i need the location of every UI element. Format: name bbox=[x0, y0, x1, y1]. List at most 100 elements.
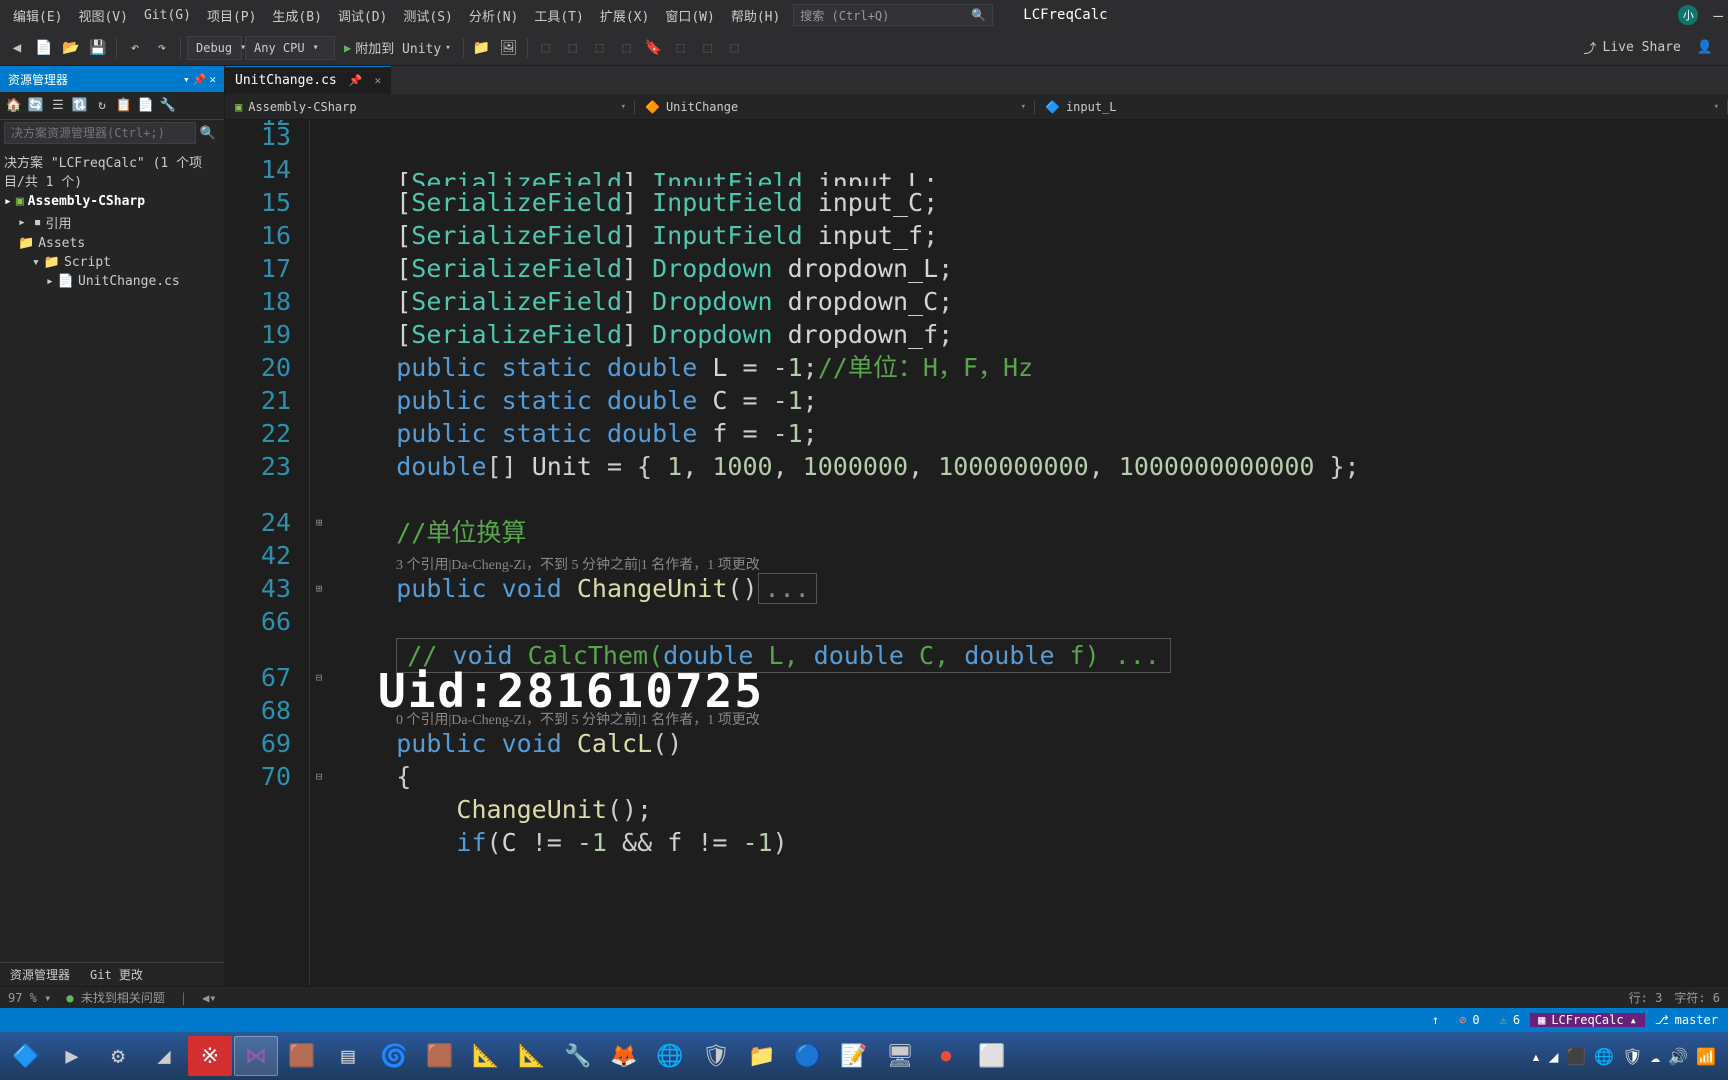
search-icon[interactable]: 🔍 bbox=[196, 126, 220, 141]
global-search[interactable]: 搜索 (Ctrl+Q) 🔍 bbox=[793, 4, 993, 26]
file-node[interactable]: ▸ 📄 UnitChange.cs bbox=[0, 272, 224, 291]
menu-view[interactable]: 视图(V) bbox=[70, 3, 135, 28]
back-button[interactable]: ◀ bbox=[5, 36, 29, 60]
redo-button[interactable]: ↷ bbox=[150, 36, 174, 60]
user-avatar[interactable]: 小 bbox=[1678, 5, 1698, 25]
close-icon[interactable]: ✕ bbox=[209, 73, 216, 86]
menu-help[interactable]: 帮助(H) bbox=[723, 3, 788, 28]
crumb-member[interactable]: 🔷input_L bbox=[1035, 100, 1728, 114]
tray-icon[interactable]: 📶 bbox=[1696, 1047, 1716, 1066]
taskbar-app[interactable]: 🌐 bbox=[648, 1036, 692, 1076]
wrench-icon[interactable]: 🔧 bbox=[158, 96, 178, 116]
taskbar-app[interactable]: ▤ bbox=[326, 1036, 370, 1076]
tab-git-changes[interactable]: Git 更改 bbox=[80, 963, 153, 986]
issues-status[interactable]: ● 未找到相关问题 bbox=[66, 989, 164, 1006]
menu-project[interactable]: 项目(P) bbox=[199, 3, 264, 28]
taskbar-app[interactable]: 🖥 bbox=[878, 1036, 922, 1076]
tab-solution-explorer[interactable]: 资源管理器 bbox=[0, 963, 80, 986]
minimize-button[interactable]: — bbox=[1713, 6, 1723, 25]
taskbar-vs[interactable]: ⋈ bbox=[234, 1036, 278, 1076]
step-icon[interactable]: ⬚ bbox=[615, 36, 639, 60]
taskbar-app[interactable]: ⚙ bbox=[96, 1036, 140, 1076]
script-folder-node[interactable]: ▾ 📁 Script bbox=[0, 253, 224, 272]
sync-status[interactable]: ↑ bbox=[1422, 1013, 1449, 1027]
taskbar-app[interactable]: 🔵 bbox=[786, 1036, 830, 1076]
crumb-class[interactable]: 🔶UnitChange bbox=[635, 100, 1035, 114]
references-node[interactable]: ▸ ▪ 引用 bbox=[0, 211, 224, 234]
warning-count[interactable]: ⚠ 6 bbox=[1490, 1013, 1530, 1027]
solution-search-input[interactable] bbox=[4, 122, 196, 144]
tray-icon[interactable]: ▴ bbox=[1531, 1047, 1541, 1066]
tab-unitchange[interactable]: UnitChange.cs 📌 ✕ bbox=[225, 66, 391, 94]
step-icon[interactable]: ⬚ bbox=[588, 36, 612, 60]
tray-icon[interactable]: ☁ bbox=[1651, 1047, 1661, 1066]
refresh-icon[interactable]: 🔃 bbox=[70, 96, 90, 116]
assets-node[interactable]: 📁 Assets bbox=[0, 234, 224, 253]
show-icon[interactable]: 📄 bbox=[136, 96, 156, 116]
home-icon[interactable]: 🏠 bbox=[4, 96, 24, 116]
taskbar-app[interactable]: 🔧 bbox=[556, 1036, 600, 1076]
project-status[interactable]: ▦ LCFreqCalc ▴ bbox=[1530, 1013, 1645, 1027]
sync-icon[interactable]: 🔄 bbox=[26, 96, 46, 116]
system-tray[interactable]: ▴ ◢ ⬛ 🌐 🛡 ☁ 🔊 📶 bbox=[1523, 1047, 1724, 1066]
taskbar-app[interactable]: 📐 bbox=[510, 1036, 554, 1076]
taskbar-app[interactable]: 🌀 bbox=[372, 1036, 416, 1076]
tray-icon[interactable]: 🌐 bbox=[1594, 1047, 1614, 1066]
taskbar-app[interactable]: 📐 bbox=[464, 1036, 508, 1076]
source-text[interactable]: [SerializeField] InputField input_L; [Se… bbox=[328, 120, 1728, 986]
close-icon[interactable]: ✕ bbox=[374, 74, 381, 87]
nav-icon[interactable]: ⬚ bbox=[669, 36, 693, 60]
tray-icon[interactable]: ◢ bbox=[1549, 1047, 1559, 1066]
taskbar-app[interactable]: ⏺ bbox=[924, 1036, 968, 1076]
menu-edit[interactable]: 编辑(E) bbox=[5, 3, 70, 28]
menu-extensions[interactable]: 扩展(X) bbox=[592, 3, 657, 28]
attach-button[interactable]: 附加到 Unity ▾ bbox=[338, 36, 457, 59]
taskbar-app[interactable]: ※ bbox=[188, 1036, 232, 1076]
bookmark-icon[interactable]: 🔖 bbox=[642, 36, 666, 60]
taskbar-app[interactable]: ⬜ bbox=[970, 1036, 1014, 1076]
taskbar-app[interactable]: 🟫 bbox=[280, 1036, 324, 1076]
image-icon[interactable]: 🖼 bbox=[497, 36, 521, 60]
project-node[interactable]: ▸ ▣ Assembly-CSharp bbox=[0, 192, 224, 211]
refresh2-icon[interactable]: ↻ bbox=[92, 96, 112, 116]
pin-icon[interactable]: 📌 bbox=[193, 73, 207, 86]
solution-node[interactable]: 决方案 "LCFreqCalc" (1 个项目/共 1 个) bbox=[0, 150, 224, 192]
new-button[interactable]: 📄 bbox=[32, 36, 56, 60]
menu-debug[interactable]: 调试(D) bbox=[330, 3, 395, 28]
nav-icon[interactable]: ◀▾ bbox=[202, 991, 216, 1005]
dropdown-icon[interactable]: ▾ bbox=[183, 73, 190, 86]
menu-git[interactable]: Git(G) bbox=[136, 5, 199, 26]
save-button[interactable]: 💾 bbox=[86, 36, 110, 60]
open-button[interactable]: 📂 bbox=[59, 36, 83, 60]
platform-select[interactable]: Any CPU bbox=[245, 36, 335, 60]
zoom-level[interactable]: 97 % ▾ bbox=[8, 991, 51, 1005]
crumb-project[interactable]: ▣Assembly-CSharp bbox=[225, 100, 635, 114]
menu-window[interactable]: 窗口(W) bbox=[657, 3, 722, 28]
error-count[interactable]: ⊘ 0 bbox=[1449, 1013, 1489, 1027]
collapse-icon[interactable]: ☰ bbox=[48, 96, 68, 116]
live-share-button[interactable]: ⤴ Live Share 👤 bbox=[1574, 38, 1723, 57]
tray-icon[interactable]: 🔊 bbox=[1668, 1047, 1688, 1066]
taskbar-app[interactable]: 🦊 bbox=[602, 1036, 646, 1076]
tray-icon[interactable]: ⬛ bbox=[1566, 1047, 1586, 1066]
config-select[interactable]: Debug bbox=[187, 36, 242, 60]
nav-icon[interactable]: ⬚ bbox=[696, 36, 720, 60]
menu-analyze[interactable]: 分析(N) bbox=[461, 3, 526, 28]
taskbar-app[interactable]: 🔷 bbox=[4, 1036, 48, 1076]
step-icon[interactable]: ⬚ bbox=[561, 36, 585, 60]
taskbar-app[interactable]: 📝 bbox=[832, 1036, 876, 1076]
props-icon[interactable]: 📋 bbox=[114, 96, 134, 116]
step-icon[interactable]: ⬚ bbox=[534, 36, 558, 60]
nav-icon[interactable]: ⬚ bbox=[723, 36, 747, 60]
fold-gutter[interactable]: ⊞⊞⊟⊟ bbox=[310, 120, 328, 986]
taskbar-app[interactable]: ▶ bbox=[50, 1036, 94, 1076]
menu-build[interactable]: 生成(B) bbox=[264, 3, 329, 28]
pin-icon[interactable]: 📌 bbox=[345, 74, 367, 87]
undo-button[interactable]: ↶ bbox=[123, 36, 147, 60]
taskbar-app[interactable]: 📁 bbox=[740, 1036, 784, 1076]
taskbar-app[interactable]: ◢ bbox=[142, 1036, 186, 1076]
tray-icon[interactable]: 🛡 bbox=[1622, 1047, 1642, 1066]
taskbar-app[interactable]: 🟫 bbox=[418, 1036, 462, 1076]
branch-status[interactable]: ⎇ master bbox=[1645, 1013, 1728, 1027]
menu-test[interactable]: 测试(S) bbox=[395, 3, 460, 28]
